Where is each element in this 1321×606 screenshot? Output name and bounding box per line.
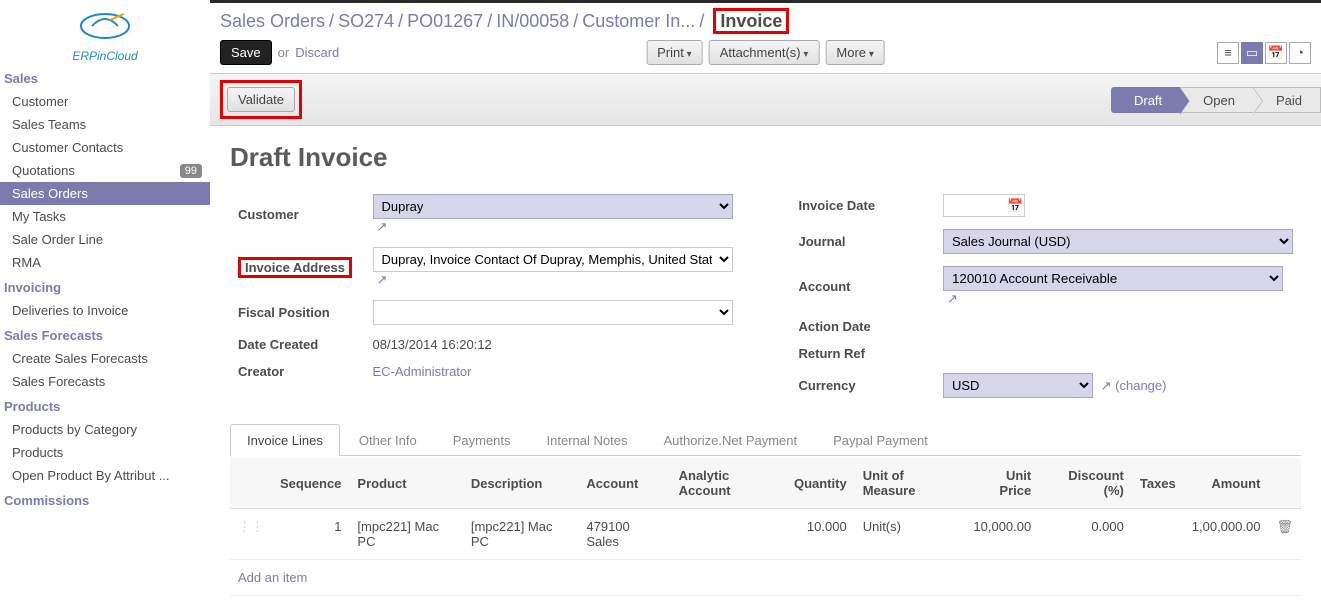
invoice-address-select[interactable]: Dupray, Invoice Contact Of Dupray, Memph… — [373, 247, 733, 272]
validate-button[interactable]: Validate — [227, 87, 295, 112]
account-label: Account — [793, 261, 936, 312]
change-currency-link[interactable]: (change) — [1115, 378, 1166, 393]
invoice-date-label: Invoice Date — [793, 189, 936, 222]
sidebar-item[interactable]: Sales Orders — [0, 182, 210, 205]
print-button[interactable]: Print — [646, 40, 703, 65]
menu-header: Products — [0, 393, 210, 418]
status-step[interactable]: Draft — [1111, 87, 1181, 113]
more-button[interactable]: More — [825, 40, 884, 65]
menu-header: Sales — [0, 65, 210, 90]
breadcrumb-link[interactable]: SO274 — [338, 11, 394, 31]
sidebar-item[interactable]: Deliveries to Invoice — [0, 299, 210, 322]
status-bar: Validate DraftOpenPaid — [210, 73, 1321, 126]
external-link-icon[interactable]: ↗ — [373, 219, 388, 234]
attachments-button[interactable]: Attachment(s) — [709, 40, 820, 65]
drag-handle-icon[interactable]: ⋮⋮ — [238, 519, 264, 534]
view-calendar-icon[interactable]: 📅 — [1265, 42, 1287, 64]
return-ref-label: Return Ref — [793, 341, 936, 366]
creator-link[interactable]: EC-Administrator — [373, 364, 472, 379]
discard-link[interactable]: Discard — [295, 45, 339, 60]
tab[interactable]: Payments — [436, 424, 528, 456]
column-header — [1268, 458, 1301, 509]
toolbar: Save or Discard Print Attachment(s) More… — [210, 36, 1321, 73]
sidebar-item[interactable]: Sale Order Line — [0, 228, 210, 251]
sidebar-item[interactable]: Open Product By Attribut ... — [0, 464, 210, 487]
menu-header: Invoicing — [0, 274, 210, 299]
sidebar-item[interactable]: Products by Category — [0, 418, 210, 441]
column-header: Amount — [1184, 458, 1269, 509]
delete-icon[interactable]: 🗑 — [1276, 519, 1293, 534]
invoice-lines-table: SequenceProductDescriptionAccountAnalyti… — [230, 458, 1301, 596]
page-title: Draft Invoice — [230, 142, 1301, 173]
tab[interactable]: Other Info — [342, 424, 434, 456]
tab[interactable]: Authorize.Net Payment — [646, 424, 814, 456]
view-form-icon[interactable]: ▭ — [1241, 42, 1263, 64]
journal-select[interactable]: Sales Journal (USD) — [943, 229, 1293, 254]
badge: 99 — [180, 164, 202, 178]
status-step[interactable]: Paid — [1253, 87, 1321, 113]
view-list-icon[interactable]: ≡ — [1217, 42, 1239, 64]
column-header: Analytic Account — [671, 458, 786, 509]
column-header: Product — [349, 458, 462, 509]
logo: ERPinCloud — [0, 5, 210, 65]
column-header — [230, 458, 272, 509]
or-text: or — [278, 45, 290, 60]
external-link-icon[interactable]: ↗ — [373, 272, 388, 287]
external-link-icon[interactable]: ↗ — [943, 291, 958, 306]
sidebar-item[interactable]: Create Sales Forecasts — [0, 347, 210, 370]
account-select[interactable]: 120010 Account Receivable — [943, 266, 1283, 291]
main: Sales Orders/SO274/PO01267/IN/00058/Cust… — [210, 0, 1321, 606]
customer-label: Customer — [232, 189, 365, 240]
currency-select[interactable]: USD — [943, 373, 1093, 398]
creator-label: Creator — [232, 359, 365, 384]
breadcrumb-current: Invoice — [720, 11, 782, 31]
breadcrumb-link[interactable]: IN/00058 — [496, 11, 569, 31]
view-graph-icon[interactable]: ◔ — [1289, 42, 1311, 64]
add-item-link[interactable]: Add an item — [230, 560, 1301, 596]
date-created-label: Date Created — [232, 332, 365, 357]
breadcrumb-link[interactable]: Customer In... — [582, 11, 695, 31]
tab[interactable]: Internal Notes — [530, 424, 645, 456]
column-header: Taxes — [1132, 458, 1184, 509]
tab[interactable]: Paypal Payment — [816, 424, 945, 456]
tab[interactable]: Invoice Lines — [230, 424, 340, 456]
column-header: Account — [578, 458, 670, 509]
invoice-address-label: Invoice Address — [238, 257, 352, 278]
customer-select[interactable]: Dupray — [373, 194, 733, 219]
date-created-value: 08/13/2014 16:20:12 — [367, 332, 739, 357]
breadcrumb: Sales Orders/SO274/PO01267/IN/00058/Cust… — [210, 3, 1321, 36]
table-row[interactable]: ⋮⋮1[mpc221] Mac PC[mpc221] Mac PC479100 … — [230, 509, 1301, 560]
column-header: Sequence — [272, 458, 349, 509]
tabs: Invoice LinesOther InfoPaymentsInternal … — [230, 423, 1301, 456]
fiscal-position-select[interactable] — [373, 300, 733, 325]
currency-label: Currency — [793, 368, 936, 403]
external-link-icon[interactable]: ↗ — [1097, 378, 1112, 393]
column-header: Discount (%) — [1039, 458, 1132, 509]
breadcrumb-link[interactable]: Sales Orders — [220, 11, 325, 31]
sidebar-item[interactable]: Sales Forecasts — [0, 370, 210, 393]
journal-label: Journal — [793, 224, 936, 259]
status-step[interactable]: Open — [1180, 87, 1254, 113]
sidebar-item[interactable]: Quotations99 — [0, 159, 210, 182]
sidebar-item[interactable]: Sales Teams — [0, 113, 210, 136]
column-header: Unit Price — [963, 458, 1039, 509]
sidebar-item[interactable]: Products — [0, 441, 210, 464]
breadcrumb-link[interactable]: PO01267 — [407, 11, 483, 31]
save-button[interactable]: Save — [220, 40, 272, 65]
sidebar-item[interactable]: Customer Contacts — [0, 136, 210, 159]
column-header: Description — [463, 458, 579, 509]
sidebar-item[interactable]: RMA — [0, 251, 210, 274]
menu-header: Commissions — [0, 487, 210, 512]
column-header: Unit of Measure — [855, 458, 963, 509]
menu-header: Sales Forecasts — [0, 322, 210, 347]
fiscal-position-label: Fiscal Position — [232, 295, 365, 330]
action-date-label: Action Date — [793, 314, 936, 339]
column-header: Quantity — [786, 458, 855, 509]
sidebar-item[interactable]: My Tasks — [0, 205, 210, 228]
invoice-date-input[interactable] — [943, 194, 1025, 217]
sidebar: ERPinCloud SalesCustomerSales TeamsCusto… — [0, 0, 210, 606]
sidebar-item[interactable]: Customer — [0, 90, 210, 113]
